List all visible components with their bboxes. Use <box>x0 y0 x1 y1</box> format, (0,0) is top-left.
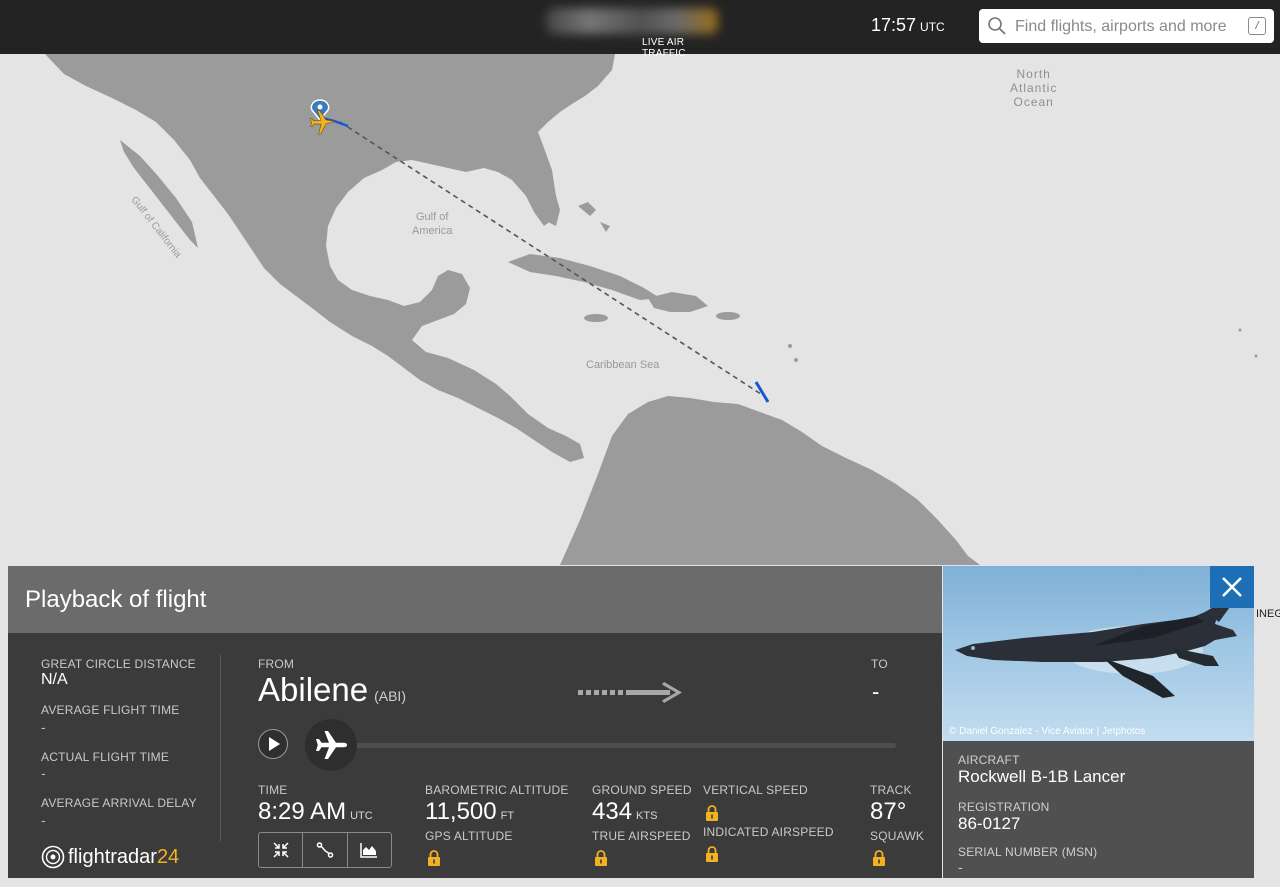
logo-image <box>546 8 718 34</box>
track-label: TRACK <box>870 783 912 797</box>
play-icon <box>269 737 280 751</box>
playback-timeline[interactable] <box>338 743 896 748</box>
close-icon <box>1222 577 1242 597</box>
vertical-speed-label: VERTICAL SPEED <box>703 783 808 797</box>
squawk-label: SQUAWK <box>870 829 925 843</box>
origin-city-name: Abilene <box>258 671 369 708</box>
land-bahamas <box>578 202 610 232</box>
land-azores <box>1238 328 1242 332</box>
aircraft-type-label: AIRCRAFT <box>958 753 1020 767</box>
aircraft-photo[interactable]: © Daniel Gonzalez - Vice Aviator | Jetph… <box>943 566 1254 741</box>
search-placeholder: Find flights, airports and more <box>1015 18 1227 35</box>
airplane-icon <box>316 731 347 759</box>
panel-divider <box>220 655 221 841</box>
baro-altitude-label: BAROMETRIC ALTITUDE <box>425 783 569 797</box>
baro-altitude-value: 11,500 FT <box>425 798 514 826</box>
label-gulf-of-america: Gulf of America <box>412 210 452 238</box>
registration-value: 86-0127 <box>958 814 1021 833</box>
baro-altitude-unit: FT <box>500 810 515 822</box>
origin-city[interactable]: Abilene (ABI) <box>258 671 406 709</box>
playback-panel: GREAT CIRCLE DISTANCE N/A AVERAGE FLIGHT… <box>8 633 942 878</box>
ground-speed-unit: KTS <box>636 810 658 822</box>
ground-speed-number: 434 <box>592 798 633 825</box>
top-bar: LIVE AIR TRAFFIC 17:57 UTC Find flights, … <box>0 0 1280 59</box>
destination-city: - <box>872 679 880 704</box>
b1b-aircraft-image <box>955 598 1237 698</box>
avg-arrival-delay-value: - <box>41 812 46 828</box>
playback-header: Playback of flight <box>8 566 942 633</box>
land-south-america <box>560 396 980 565</box>
play-button[interactable] <box>258 729 288 759</box>
ground-speed-value: 434 KTS <box>592 798 657 826</box>
flightradar24-brand: flightradar 24 <box>41 845 179 869</box>
clock-time: 17:57 <box>871 15 917 35</box>
baro-altitude-number: 11,500 <box>425 798 497 825</box>
indicated-airspeed-lock-icon[interactable] <box>705 846 719 863</box>
clock-zone: UTC <box>920 20 945 34</box>
to-label: TO <box>871 657 888 671</box>
center-view-button[interactable] <box>259 833 304 867</box>
route-icon <box>316 842 334 858</box>
label-north-atlantic-text: North Atlantic Ocean <box>1010 67 1058 109</box>
serial-number-value: - <box>958 859 963 875</box>
time-unit: UTC <box>350 810 373 822</box>
graph-view-button[interactable] <box>348 833 391 867</box>
time-value: 8:29 AM UTC <box>258 798 373 826</box>
avg-flight-time-label: AVERAGE FLIGHT TIME <box>41 703 180 717</box>
land-islands <box>1254 354 1258 358</box>
actual-flight-time-label: ACTUAL FLIGHT TIME <box>41 750 170 764</box>
label-caribbean-sea: Caribbean Sea <box>586 359 660 371</box>
radar-icon <box>41 845 65 869</box>
label-north-atlantic: North Atlantic Ocean <box>1010 67 1057 109</box>
label-gulf-text: Gulf of America <box>412 211 453 237</box>
search-input[interactable]: Find flights, airports and more / <box>979 9 1274 43</box>
registration-label: REGISTRATION <box>958 800 1050 814</box>
gcd-value: N/A <box>41 671 68 688</box>
view-controls <box>258 832 392 868</box>
land-puerto-rico <box>716 312 740 320</box>
gps-altitude-label: GPS ALTITUDE <box>425 829 513 843</box>
track-value: 87° <box>870 798 907 825</box>
actual-flight-time-value: - <box>41 765 46 781</box>
gcd-label: GREAT CIRCLE DISTANCE <box>41 657 196 671</box>
avg-flight-time-value: - <box>41 719 46 735</box>
time-value-text: 8:29 AM <box>258 798 347 825</box>
true-airspeed-lock-icon[interactable] <box>594 850 608 867</box>
playback-title: Playback of flight <box>25 586 207 613</box>
brand-main-text: flightradar <box>68 845 157 868</box>
land-hispaniola <box>648 292 708 312</box>
photo-credit: © Daniel Gonzalez - Vice Aviator | Jetph… <box>949 726 1146 737</box>
aircraft-type-value: Rockwell B-1B Lancer <box>958 767 1126 786</box>
gps-altitude-lock-icon[interactable] <box>427 850 441 867</box>
avg-arrival-delay-label: AVERAGE ARRIVAL DELAY <box>41 796 197 810</box>
collapse-arrows-icon <box>273 842 289 858</box>
search-shortcut-key: / <box>1248 17 1266 35</box>
brand-number-text: 24 <box>156 845 180 868</box>
close-panel-button[interactable] <box>1210 566 1254 608</box>
land-jamaica <box>584 314 608 322</box>
map-edge-label: INEG <box>1256 608 1280 620</box>
squawk-lock-icon[interactable] <box>872 850 886 867</box>
route-view-button[interactable] <box>303 833 348 867</box>
from-label: FROM <box>258 657 295 671</box>
origin-airport-code: (ABI) <box>374 688 406 704</box>
aircraft-details: AIRCRAFT Rockwell B-1B Lancer REGISTRATI… <box>943 741 1254 878</box>
land-antilles-2 <box>794 358 798 362</box>
search-icon <box>988 17 1006 35</box>
route-arrow-icon <box>578 682 682 703</box>
time-label: TIME <box>258 783 288 797</box>
chart-icon <box>360 843 378 858</box>
utc-clock: 17:57 UTC <box>871 15 945 36</box>
land-antilles <box>788 344 792 348</box>
vertical-speed-lock-icon[interactable] <box>705 805 719 822</box>
land-cuba <box>508 254 660 300</box>
true-airspeed-label: TRUE AIRSPEED <box>592 829 691 843</box>
flightradar24-logo[interactable]: LIVE AIR TRAFFIC <box>540 6 730 59</box>
serial-number-label: SERIAL NUMBER (MSN) <box>958 845 1098 859</box>
timeline-scrubber[interactable] <box>305 719 357 771</box>
indicated-airspeed-label: INDICATED AIRSPEED <box>703 825 834 839</box>
ground-speed-label: GROUND SPEED <box>592 783 692 797</box>
